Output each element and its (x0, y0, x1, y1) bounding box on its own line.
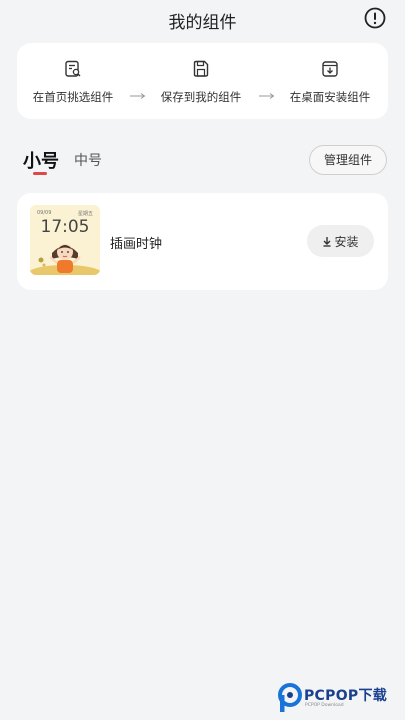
girl-illustration (30, 244, 100, 275)
watermark-text: PCPOP下载 (304, 688, 388, 704)
pcpop-logo-icon (278, 683, 302, 712)
step-install: 在桌面安装组件 (270, 59, 390, 105)
step-label: 在桌面安装组件 (289, 90, 371, 104)
tab-medium[interactable]: 中号 (74, 150, 102, 170)
widget-name: 插画时钟 (110, 237, 163, 252)
step-pick: 在首页挑选组件 (13, 59, 133, 105)
install-steps-panel: 在首页挑选组件 保存到我的组件 在桌面安装组件 (17, 43, 388, 119)
step-save: 保存到我的组件 (141, 59, 261, 105)
step-label: 在首页挑选组件 (32, 90, 114, 104)
widget-card[interactable]: 09/09 星期五 17:05 插画时钟 安装 (17, 193, 388, 290)
manage-widgets-button[interactable]: 管理组件 (309, 145, 387, 175)
page-title: 我的组件 (168, 13, 237, 33)
watermark: PCPOP下载 PCPOP Download (278, 683, 400, 715)
preview-date: 09/09 (37, 210, 52, 216)
tab-small[interactable]: 小号 (23, 147, 59, 173)
install-button[interactable]: 安装 (307, 225, 374, 257)
watermark-subtext: PCPOP Download (305, 703, 344, 708)
search-document-icon (65, 60, 81, 77)
save-icon (193, 60, 209, 77)
download-box-icon (322, 61, 338, 77)
install-label: 安装 (334, 234, 359, 249)
header: 我的组件 (0, 0, 405, 40)
preview-weekday: 星期五 (77, 211, 93, 217)
exclamation-circle-icon[interactable] (364, 7, 386, 29)
active-tab-indicator (33, 172, 47, 175)
step-label: 保存到我的组件 (160, 90, 242, 104)
download-icon (323, 236, 331, 247)
widget-preview: 09/09 星期五 17:05 (30, 205, 100, 275)
